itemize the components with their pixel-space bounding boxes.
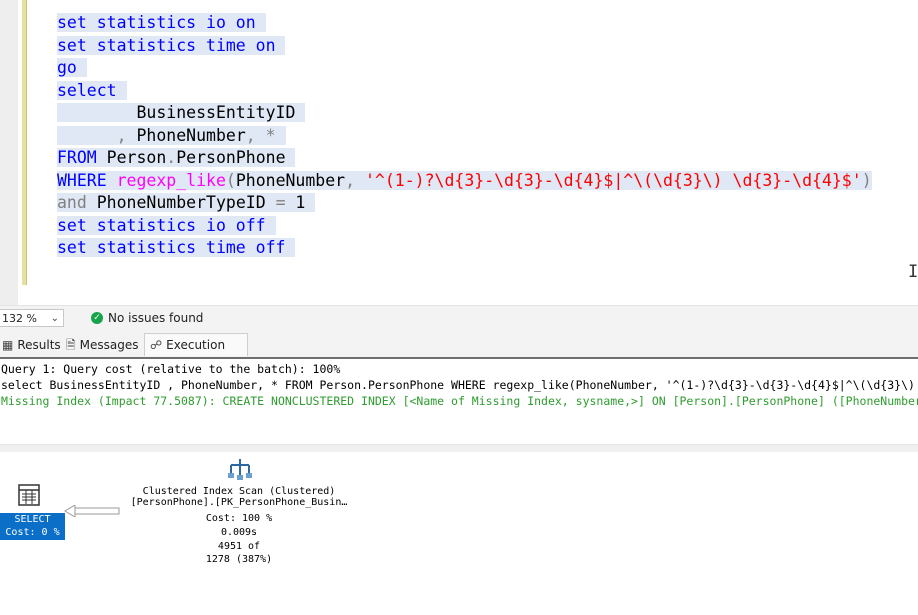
change-tracking-bar (22, 0, 27, 285)
grid-icon: ▦ (2, 338, 14, 352)
code-line: , PhoneNumber, * (57, 125, 872, 148)
code-token: set statistics io off (57, 215, 276, 235)
selected-text: select (57, 80, 127, 100)
selected-text: WHERE regexp_like(PhoneNumber, '^(1-)?\d… (57, 170, 872, 190)
tab-results-label: Results (17, 338, 61, 352)
editor-gutter (0, 0, 18, 305)
scan-operator-title: Clustered Index Scan (Clustered) (142, 486, 336, 497)
code-line: WHERE regexp_like(PhoneNumber, '^(1-)?\d… (57, 170, 872, 193)
code-token: = (275, 193, 286, 212)
code-token: PhoneNumber (235, 170, 346, 190)
issues-status: No issues found (108, 311, 204, 325)
code-line: select (57, 80, 872, 103)
code-token: ( (225, 170, 236, 190)
code-token: regexp_like (116, 170, 226, 190)
selected-text: go (57, 58, 87, 77)
select-operator-name: SELECT (14, 514, 51, 525)
data-flow-arrow (64, 505, 120, 517)
pane-divider[interactable] (0, 444, 918, 452)
execution-plan-icon: ☍ (150, 338, 163, 352)
code-line: and PhoneNumberTypeID = 1 (57, 192, 872, 215)
code-line: BusinessEntityID (57, 102, 872, 125)
query-editor[interactable]: set statistics io on set statistics time… (0, 0, 918, 305)
code-token: , (116, 125, 127, 145)
text-cursor-icon: I (908, 262, 918, 282)
selected-text: set statistics time on (57, 35, 286, 55)
selected-text: BusinessEntityID (57, 103, 306, 122)
results-tab-bar: ▦Results 🗎Messages ☍Execution plan (0, 331, 918, 374)
code-token: and (57, 193, 87, 212)
code-token: Person (96, 148, 167, 167)
code-token: '^(1-)?\d{3}-\d{3}-\d{4}$|^\(\d{3}\) \d{… (364, 170, 862, 190)
select-operator-cost: Cost: 0 % (5, 527, 60, 538)
zoom-select[interactable]: 132 % ⌄ (0, 309, 64, 327)
messages-icon: 🗎 (66, 338, 76, 352)
code-token: set statistics time off (57, 238, 296, 257)
plan-header-messages: Query 1: Query cost (relative to the bat… (0, 360, 918, 444)
code-line: set statistics time on (57, 35, 872, 58)
scan-operator-object: [PersonPhone].[PK_PersonPhone_Busin… (130, 497, 348, 508)
selected-text: and PhoneNumberTypeID = 1 (57, 193, 316, 212)
query-cost-line: Query 1: Query cost (relative to the bat… (1, 362, 341, 376)
code-token: ) (861, 170, 872, 190)
code-line: set statistics io on (57, 12, 872, 35)
tab-messages[interactable]: 🗎 Messages (66, 334, 142, 356)
code-token: , (345, 170, 356, 190)
code-token: , (245, 125, 256, 145)
scan-operator-cost: Cost: 100 % (205, 513, 273, 524)
scan-operator-rows: 4951 of (217, 541, 261, 552)
selected-text: FROM Person.PersonPhone (57, 148, 296, 167)
sql-code[interactable]: set statistics io on set statistics time… (57, 12, 872, 260)
tab-execution-plan[interactable]: ☍Execution plan (144, 333, 248, 374)
code-line: set statistics time off (57, 237, 872, 260)
code-token: WHERE (57, 170, 107, 190)
editor-status-bar: 132 % ⌄ ✓ No issues found (0, 305, 918, 331)
execution-plan-canvas[interactable]: SELECT Cost: 0 % Clustered Index Scan (C… (0, 452, 918, 615)
scan-operator-estimate: 1278 (387%) (205, 554, 273, 565)
code-token: set statistics time on (57, 35, 286, 55)
code-token: 1 (285, 193, 316, 212)
chevron-down-icon: ⌄ (50, 313, 59, 324)
selected-text: set statistics io on (57, 13, 266, 32)
code-line: FROM Person.PersonPhone (57, 147, 872, 170)
select-operator-icon[interactable] (18, 484, 40, 506)
zoom-value: 132 % (2, 312, 37, 325)
selected-text: set statistics time off (57, 238, 296, 257)
code-token: * (265, 125, 286, 145)
tab-messages-label: Messages (79, 338, 139, 352)
code-token: set statistics io on (57, 13, 266, 32)
code-token: PhoneNumber (126, 125, 246, 145)
code-token: BusinessEntityID (57, 103, 306, 122)
clustered-index-scan-icon[interactable] (226, 457, 254, 481)
code-token: go (57, 58, 87, 77)
query-text-line: select BusinessEntityID , PhoneNumber, *… (1, 378, 915, 392)
code-line: go (57, 57, 872, 80)
check-circle-icon: ✓ (91, 312, 103, 324)
missing-index-line[interactable]: Missing Index (Impact 77.5087): CREATE N… (1, 394, 918, 408)
code-token: select (57, 80, 127, 100)
code-token: . (166, 148, 177, 167)
scan-operator-time: 0.009s (220, 527, 258, 538)
code-line: set statistics io off (57, 215, 872, 238)
selected-text: , PhoneNumber, * (57, 125, 286, 145)
select-operator-label[interactable]: SELECT Cost: 0 % (0, 513, 65, 540)
code-token: PhoneNumberTypeID (86, 193, 276, 212)
code-token: FROM (57, 148, 97, 167)
selected-text: set statistics io off (57, 215, 276, 235)
code-token: PersonPhone (176, 148, 296, 167)
tab-results[interactable]: ▦ Results (2, 334, 62, 356)
